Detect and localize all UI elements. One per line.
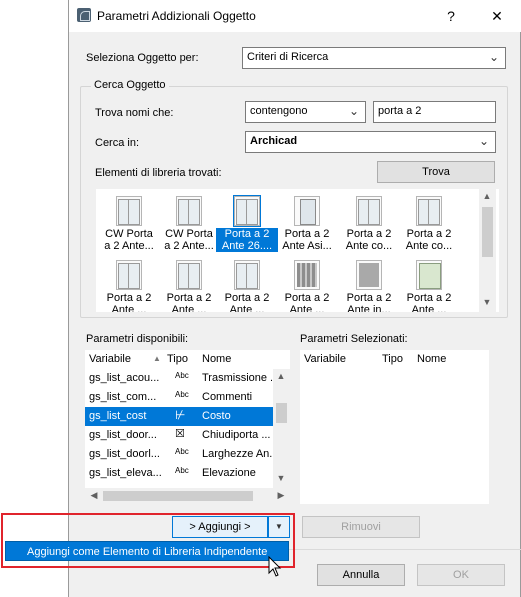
scroll-up-arrow-icon[interactable]: ▲: [480, 191, 494, 201]
select-by-value: Criteri di Ricerca: [247, 51, 329, 63]
name-operator-dropdown[interactable]: contengono ⌄: [245, 101, 366, 123]
available-params-label: Parametri disponibili:: [86, 333, 189, 345]
available-params-list: Variabile ▲ Tipo Nome gs_list_acou... Abc…: [85, 350, 290, 488]
cancel-button[interactable]: Annulla: [317, 564, 405, 586]
scrollbar-thumb[interactable]: [276, 403, 287, 423]
found-elements-label: Elementi di libreria trovati:: [95, 167, 222, 179]
scroll-left-arrow-icon[interactable]: ◀: [87, 490, 101, 501]
column-header-name[interactable]: Nome: [417, 353, 446, 365]
scrollbar-thumb[interactable]: [103, 491, 253, 501]
chevron-down-icon: ⌄: [348, 104, 359, 118]
door-thumbnail: [116, 260, 142, 290]
archicad-app-icon: [77, 8, 91, 22]
door-thumbnail: [416, 196, 442, 226]
param-row[interactable]: gs_list_com... Abc Commenti: [85, 388, 273, 407]
gallery-item[interactable]: Porta a 2 Ante in...: [338, 257, 400, 312]
scroll-down-arrow-icon[interactable]: ▼: [480, 297, 494, 307]
scrollbar-thumb[interactable]: [482, 207, 493, 257]
available-list-hscrollbar[interactable]: ◀ ▶: [85, 488, 290, 504]
door-thumbnail: [233, 195, 261, 227]
library-part-gallery: CW Porta a 2 Ante... CW Porta a 2 Ante... …: [96, 189, 499, 312]
search-group-label: Cerca Oggetto: [91, 79, 169, 91]
column-header-variable[interactable]: Variabile: [304, 353, 346, 365]
door-thumbnail: [294, 260, 320, 290]
column-header-type[interactable]: Tipo: [382, 353, 403, 365]
find-names-label: Trova nomi che:: [95, 107, 174, 119]
gallery-item[interactable]: Porta a 2 Ante ...: [98, 257, 160, 312]
search-query-input[interactable]: porta a 2: [373, 101, 496, 123]
chevron-down-icon: ⌄: [488, 50, 499, 64]
door-thumbnail: [116, 196, 142, 226]
gallery-item[interactable]: Porta a 2 Ante Asi...: [276, 193, 338, 256]
gallery-item-selected[interactable]: Porta a 2 Ante 26....: [216, 193, 278, 256]
selected-params-label: Parametri Selezionati:: [300, 333, 408, 345]
param-row[interactable]: gs_list_eleva... Abc Elevazione: [85, 464, 273, 483]
column-header-type[interactable]: Tipo: [167, 353, 188, 365]
ok-button[interactable]: OK: [417, 564, 505, 586]
door-thumbnail: [234, 260, 260, 290]
gallery-item[interactable]: CW Porta a 2 Ante...: [158, 193, 220, 256]
column-header-name[interactable]: Nome: [202, 353, 231, 365]
door-thumbnail: [356, 260, 382, 290]
title-bar[interactable]: Parametri Addizionali Oggetto ? ✕: [69, 0, 521, 32]
select-by-label: Seleziona Oggetto per:: [86, 52, 199, 64]
door-thumbnail: [176, 260, 202, 290]
scroll-down-arrow-icon[interactable]: ▼: [274, 473, 288, 483]
dialog-title: Parametri Addizionali Oggetto: [97, 9, 256, 23]
find-button[interactable]: Trova: [377, 161, 495, 183]
door-thumbnail: [356, 196, 382, 226]
column-header-variable[interactable]: Variabile: [89, 353, 131, 365]
name-operator-value: contengono: [250, 105, 308, 117]
param-row[interactable]: gs_list_door... ☒ Chiudiporta ...: [85, 426, 273, 445]
gallery-item[interactable]: Porta a 2 Ante ...: [398, 257, 460, 312]
sort-ascending-icon: ▲: [153, 354, 161, 363]
selected-list-hscrollbar[interactable]: [300, 488, 489, 504]
scroll-right-arrow-icon[interactable]: ▶: [274, 490, 288, 501]
door-thumbnail: [416, 260, 442, 290]
help-button[interactable]: ?: [441, 6, 461, 26]
door-thumbnail: [176, 196, 202, 226]
gallery-item[interactable]: CW Porta a 2 Ante...: [98, 193, 160, 256]
search-in-label: Cerca in:: [95, 137, 140, 149]
dialog-window: Parametri Addizionali Oggetto ? ✕ Selezi…: [68, 0, 521, 597]
gallery-item[interactable]: Porta a 2 Ante co...: [338, 193, 400, 256]
chevron-down-icon: ⌄: [478, 134, 489, 148]
gallery-item[interactable]: Porta a 2 Ante co...: [398, 193, 460, 256]
gallery-item[interactable]: Porta a 2 Ante ...: [276, 257, 338, 312]
available-list-vscrollbar[interactable]: ▲ ▼: [273, 369, 290, 488]
mouse-pointer-icon: [268, 556, 282, 577]
search-in-dropdown[interactable]: Archicad ⌄: [245, 131, 496, 153]
add-as-independent-menu-item[interactable]: Aggiungi come Elemento di Libreria Indip…: [5, 541, 289, 561]
scroll-up-arrow-icon[interactable]: ▲: [274, 371, 288, 381]
search-in-value: Archicad: [250, 135, 298, 147]
param-row[interactable]: gs_list_acou... Abc Trasmissione ...: [85, 369, 273, 388]
door-thumbnail: [294, 196, 320, 226]
select-by-dropdown[interactable]: Criteri di Ricerca ⌄: [242, 47, 506, 69]
gallery-item[interactable]: Porta a 2 Ante ...: [158, 257, 220, 312]
gallery-scrollbar[interactable]: ▲ ▼: [479, 189, 496, 312]
selected-params-list: Variabile Tipo Nome: [300, 350, 489, 488]
remove-button[interactable]: Rimuovi: [302, 516, 420, 538]
gallery-item[interactable]: Porta a 2 Ante ...: [216, 257, 278, 312]
param-row-selected[interactable]: gs_list_cost ⊬ Costo: [85, 407, 273, 426]
close-button[interactable]: ✕: [487, 6, 507, 26]
param-row[interactable]: gs_list_doorl... Abc Larghezze An...: [85, 445, 273, 464]
